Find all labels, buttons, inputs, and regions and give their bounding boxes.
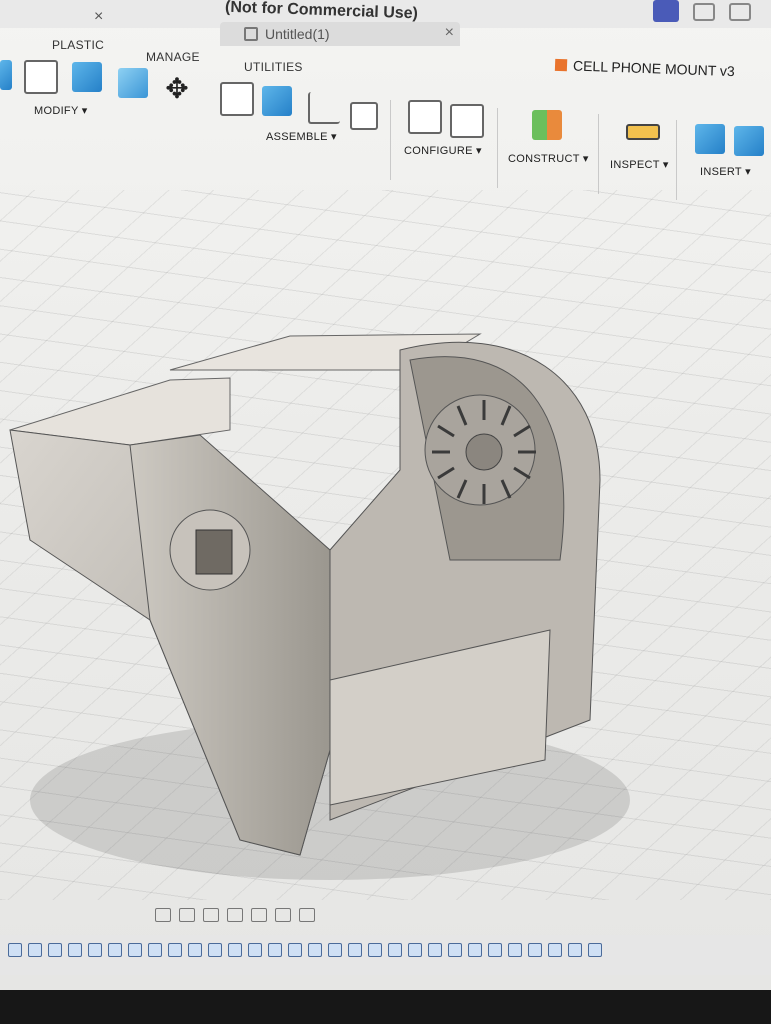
plane-icon[interactable] bbox=[532, 110, 562, 140]
tab-plastic[interactable]: PLASTIC bbox=[52, 38, 104, 52]
timeline-feature[interactable] bbox=[268, 943, 282, 957]
screen: × (Not for Commercial Use) Untitled(1) ×… bbox=[0, 0, 771, 990]
rigid-group-icon[interactable] bbox=[308, 92, 340, 124]
timeline-feature[interactable] bbox=[28, 943, 42, 957]
timeline-feature[interactable] bbox=[388, 943, 402, 957]
tab-manage[interactable]: MANAGE bbox=[146, 50, 200, 64]
group-inspect[interactable]: INSPECT ▾ bbox=[610, 158, 669, 171]
group-assemble[interactable]: ASSEMBLE ▾ bbox=[266, 130, 337, 143]
timeline-feature[interactable] bbox=[528, 943, 542, 957]
cell-phone-mount-model[interactable] bbox=[0, 300, 771, 900]
timeline-feature[interactable] bbox=[488, 943, 502, 957]
close-icon[interactable]: × bbox=[94, 8, 103, 26]
timeline-feature[interactable] bbox=[208, 943, 222, 957]
timeline-feature[interactable] bbox=[328, 943, 342, 957]
joint-icon[interactable] bbox=[220, 82, 254, 116]
navigation-bar bbox=[155, 908, 315, 922]
timeline-feature[interactable] bbox=[148, 943, 162, 957]
window-title: (Not for Commercial Use) bbox=[224, 0, 419, 23]
component-icon[interactable] bbox=[262, 86, 292, 116]
sketch-icon[interactable] bbox=[0, 60, 12, 90]
maximize-icon[interactable] bbox=[729, 3, 751, 21]
insert-image-icon[interactable] bbox=[734, 126, 764, 156]
timeline-feature[interactable] bbox=[548, 943, 562, 957]
measure-icon[interactable] bbox=[626, 124, 660, 140]
account-icon[interactable] bbox=[653, 0, 679, 22]
configure-icon[interactable] bbox=[408, 100, 442, 134]
configure-table-icon[interactable] bbox=[450, 104, 484, 138]
group-insert[interactable]: INSERT ▾ bbox=[700, 165, 751, 178]
insert-derive-icon[interactable] bbox=[695, 124, 725, 154]
separator bbox=[390, 100, 391, 180]
pan-icon[interactable] bbox=[179, 908, 195, 922]
group-construct[interactable]: CONSTRUCT ▾ bbox=[508, 152, 589, 165]
grid-settings-icon[interactable] bbox=[275, 908, 291, 922]
separator bbox=[676, 120, 677, 200]
table-icon[interactable] bbox=[350, 102, 378, 130]
timeline-feature[interactable] bbox=[448, 943, 462, 957]
timeline-feature[interactable] bbox=[48, 943, 62, 957]
timeline-feature[interactable] bbox=[508, 943, 522, 957]
combine-icon[interactable] bbox=[118, 68, 148, 98]
timeline-feature[interactable] bbox=[248, 943, 262, 957]
timeline-feature[interactable] bbox=[188, 943, 202, 957]
fillet-icon[interactable] bbox=[72, 62, 102, 92]
zoom-icon[interactable] bbox=[203, 908, 219, 922]
tab-utilities[interactable]: UTILITIES bbox=[244, 60, 303, 74]
timeline-feature[interactable] bbox=[108, 943, 122, 957]
move-icon[interactable]: ✥ bbox=[162, 74, 192, 104]
orbit-icon[interactable] bbox=[155, 908, 171, 922]
timeline-feature[interactable] bbox=[68, 943, 82, 957]
display-settings-icon[interactable] bbox=[251, 908, 267, 922]
separator bbox=[598, 114, 599, 194]
timeline-feature[interactable] bbox=[348, 943, 362, 957]
group-configure[interactable]: CONFIGURE ▾ bbox=[404, 144, 482, 157]
timeline-feature[interactable] bbox=[128, 943, 142, 957]
timeline-feature[interactable] bbox=[228, 943, 242, 957]
timeline-feature[interactable] bbox=[568, 943, 582, 957]
timeline-items bbox=[8, 943, 602, 957]
restore-icon[interactable] bbox=[693, 3, 715, 21]
push-pull-icon[interactable] bbox=[24, 60, 58, 94]
separator bbox=[497, 108, 498, 188]
timeline-feature[interactable] bbox=[288, 943, 302, 957]
viewports-icon[interactable] bbox=[299, 908, 315, 922]
monitor-bezel bbox=[0, 990, 771, 1024]
timeline bbox=[0, 935, 771, 975]
timeline-feature[interactable] bbox=[588, 943, 602, 957]
fit-icon[interactable] bbox=[227, 908, 243, 922]
timeline-feature[interactable] bbox=[8, 943, 22, 957]
toolbar-ribbon: PLASTIC MANAGE UTILITIES ✥ MODIFY ▾ ASSE… bbox=[0, 30, 771, 200]
timeline-feature[interactable] bbox=[368, 943, 382, 957]
timeline-feature[interactable] bbox=[168, 943, 182, 957]
timeline-feature[interactable] bbox=[308, 943, 322, 957]
timeline-feature[interactable] bbox=[88, 943, 102, 957]
timeline-feature[interactable] bbox=[468, 943, 482, 957]
group-modify[interactable]: MODIFY ▾ bbox=[34, 104, 88, 117]
timeline-feature[interactable] bbox=[408, 943, 422, 957]
window-controls bbox=[653, 0, 751, 22]
timeline-feature[interactable] bbox=[428, 943, 442, 957]
